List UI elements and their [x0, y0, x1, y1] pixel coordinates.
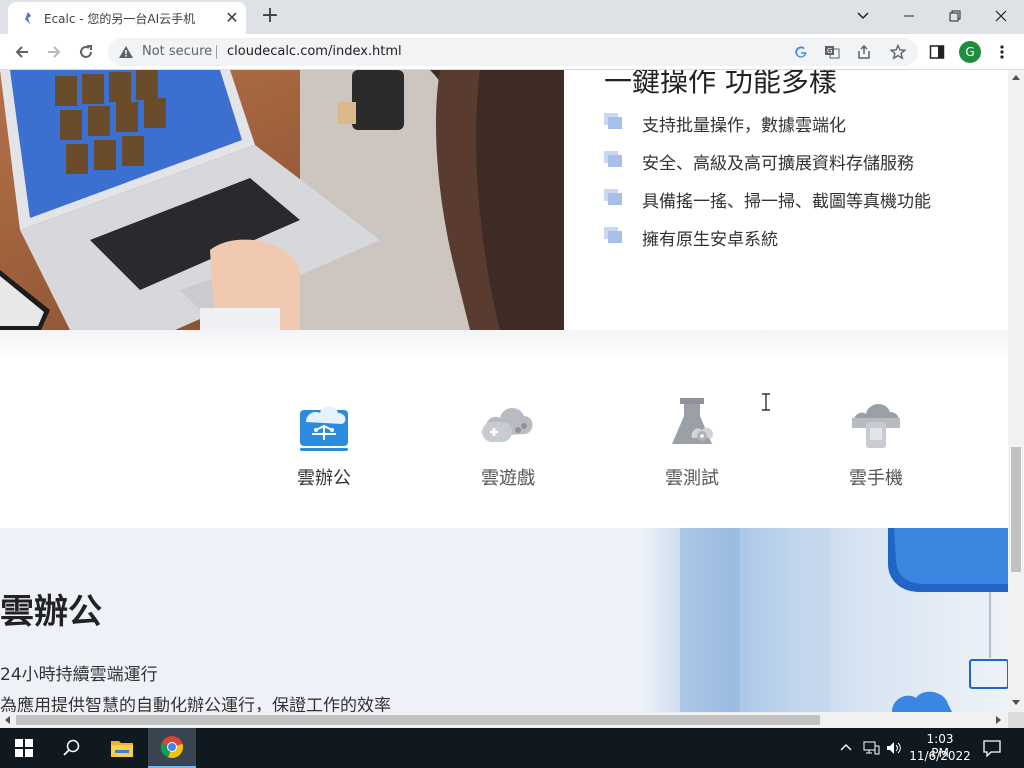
- feature-text: 支持批量操作，數據雲端化: [642, 116, 846, 136]
- profile-avatar[interactable]: G: [959, 41, 981, 63]
- restore-button[interactable]: [932, 0, 978, 32]
- close-tab-icon[interactable]: ✕: [222, 8, 242, 28]
- tab-cloud-test[interactable]: 雲測試: [637, 396, 747, 496]
- scroll-up-icon[interactable]: [1012, 74, 1020, 80]
- folder-icon: [111, 741, 133, 757]
- tab-cloud-office[interactable]: 雲辦公: [269, 396, 379, 496]
- page-viewport: 一鍵操作 功能多樣 支持批量操作，數據雲端化 安全、高級及高可擴展資料存儲服務 …: [0, 70, 1008, 712]
- section-divider: [0, 330, 1008, 360]
- feature-text: 擁有原生安卓系統: [642, 230, 778, 250]
- service-label: 雲手機: [849, 468, 903, 489]
- horizontal-scroll-thumb[interactable]: [16, 715, 820, 725]
- cloud-phone-icon: [852, 403, 900, 448]
- search-icon: [63, 739, 80, 756]
- new-tab-button[interactable]: +: [258, 5, 282, 29]
- scroll-corner: [1008, 712, 1024, 728]
- chevron-down-icon: [857, 12, 869, 20]
- scroll-down-icon[interactable]: [1012, 700, 1020, 706]
- tab-title: Ecalc - 您的另一台AI云手机: [44, 12, 196, 26]
- section-title: 雲辦公: [0, 592, 102, 632]
- hero-heading: 一鍵操作 功能多樣: [604, 70, 837, 96]
- tab-search-button[interactable]: [840, 0, 886, 32]
- security-status[interactable]: Not secure: [142, 44, 212, 59]
- reload-icon: [80, 45, 92, 58]
- address-bar[interactable]: Not secure cloudecalc.com/index.html G: [108, 38, 918, 66]
- section-text: 為應用提供智慧的自動化辦公運行，保證工作的效率: [0, 696, 391, 712]
- minimize-icon: [904, 15, 914, 17]
- bullet-icon: [604, 227, 622, 243]
- feature-text: 具備搖一搖、掃一掃、截圖等真機功能: [642, 192, 931, 212]
- notification-icon[interactable]: [983, 739, 1001, 757]
- laptop-photo: [0, 70, 564, 330]
- address-divider: [216, 45, 217, 59]
- tab-cloud-game[interactable]: 雲遊戲: [453, 396, 563, 496]
- bullet-icon: [604, 113, 622, 129]
- vertical-scrollbar[interactable]: [1008, 70, 1024, 712]
- minimize-button[interactable]: [886, 0, 932, 32]
- cloud-game-icon: [482, 407, 533, 442]
- bullet-icon: [604, 189, 622, 205]
- office-illustration: [640, 528, 1008, 712]
- service-label: 雲測試: [665, 468, 719, 489]
- service-label: 雲遊戲: [481, 468, 535, 489]
- feature-text: 安全、高級及高可擴展資料存儲服務: [642, 154, 914, 174]
- network-icon[interactable]: [862, 740, 880, 756]
- volume-icon[interactable]: [886, 740, 902, 756]
- google-icon[interactable]: [794, 45, 808, 59]
- bookmark-star-icon[interactable]: [890, 44, 906, 60]
- close-icon: [995, 10, 1007, 22]
- vertical-scroll-thumb[interactable]: [1011, 447, 1021, 572]
- reload-button[interactable]: [73, 40, 99, 64]
- scroll-right-icon[interactable]: [996, 716, 1002, 724]
- more-menu-icon[interactable]: [996, 44, 1008, 60]
- cloud-office-section: 雲辦公 24小時持續雲端運行 為應用提供智慧的自動化辦公運行，保證工作的效率: [0, 528, 1008, 712]
- url-text[interactable]: cloudecalc.com/index.html: [227, 44, 402, 59]
- text-cursor-icon: [762, 393, 770, 411]
- windows-taskbar: 1:03 PM 11/6/2022: [0, 728, 1024, 768]
- service-label: 雲辦公: [297, 468, 351, 489]
- scroll-left-icon[interactable]: [4, 716, 10, 724]
- chrome-taskbar-button[interactable]: [148, 728, 196, 768]
- file-explorer-button[interactable]: [98, 728, 146, 768]
- back-button[interactable]: [9, 40, 35, 64]
- windows-logo-icon: [15, 739, 33, 757]
- forward-button[interactable]: [41, 40, 67, 64]
- svg-text:G: G: [827, 47, 832, 55]
- clock-date[interactable]: 11/6/2022: [908, 749, 972, 763]
- cloud-office-icon: [300, 406, 348, 451]
- share-icon[interactable]: [856, 44, 872, 60]
- browser-tab[interactable]: Ecalc - 您的另一台AI云手机 ✕: [8, 2, 246, 34]
- chrome-icon: [160, 736, 183, 759]
- arrow-right-icon: [48, 46, 61, 58]
- cloud-test-icon: [672, 398, 713, 444]
- close-window-button[interactable]: [978, 0, 1024, 32]
- restore-icon: [949, 10, 961, 22]
- search-button[interactable]: [48, 728, 96, 768]
- chevron-up-icon[interactable]: [840, 743, 852, 751]
- translate-icon[interactable]: G: [824, 44, 840, 60]
- tab-strip: Ecalc - 您的另一台AI云手机 ✕ +: [0, 0, 1024, 34]
- side-panel-icon[interactable]: [929, 44, 945, 60]
- section-text: 24小時持續雲端運行: [0, 665, 158, 685]
- bullet-icon: [604, 151, 622, 167]
- start-button[interactable]: [0, 728, 48, 768]
- tab-cloud-phone[interactable]: 雲手機: [821, 396, 931, 496]
- arrow-left-icon: [15, 46, 28, 58]
- site-favicon-icon: [25, 12, 31, 24]
- browser-toolbar: Not secure cloudecalc.com/index.html G G: [0, 34, 1024, 70]
- warning-icon[interactable]: [118, 45, 134, 59]
